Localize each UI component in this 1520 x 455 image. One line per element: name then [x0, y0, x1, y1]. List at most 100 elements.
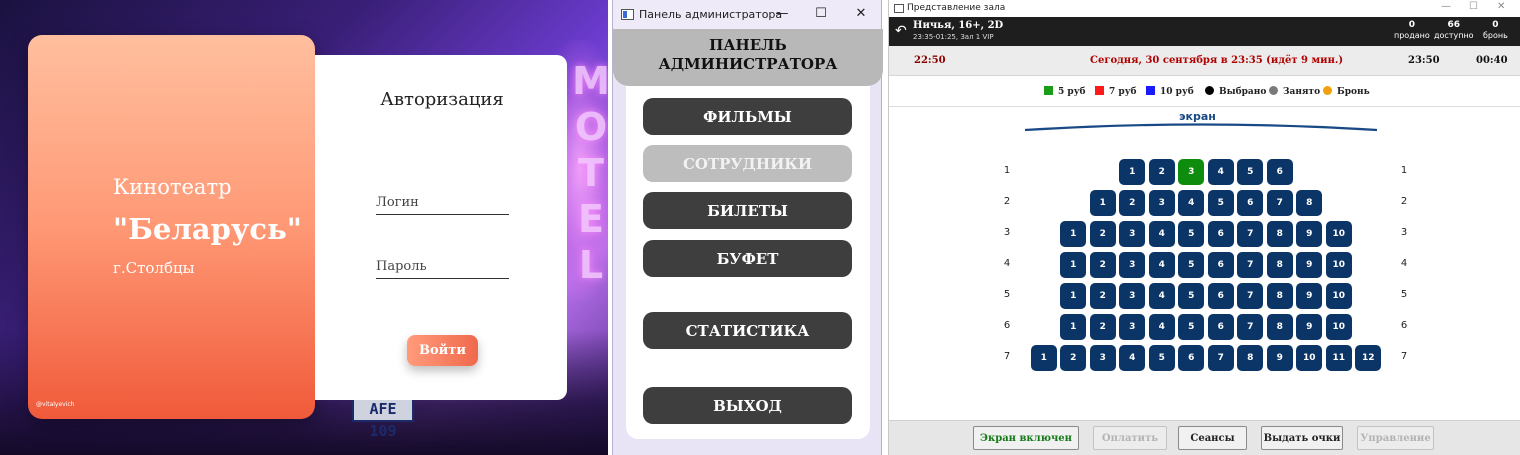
seat[interactable]: 4	[1148, 314, 1175, 340]
seat[interactable]: 7	[1237, 283, 1264, 309]
seat[interactable]: 5	[1178, 314, 1205, 340]
login-input[interactable]	[376, 191, 509, 214]
seat[interactable]: 10	[1325, 314, 1352, 340]
seat[interactable]: 4	[1178, 190, 1205, 216]
seat[interactable]: 8	[1266, 283, 1293, 309]
session-timeline: 22:50 Сегодня, 30 сентября в 23:35 (идёт…	[889, 46, 1520, 76]
seat[interactable]: 6	[1207, 221, 1234, 247]
app-icon	[894, 4, 904, 13]
legend-label: Выбрано	[1219, 87, 1267, 97]
seat[interactable]: 7	[1207, 345, 1234, 371]
seat[interactable]: 2	[1089, 283, 1116, 309]
seat[interactable]: 6	[1266, 159, 1293, 185]
seat[interactable]: 1	[1060, 252, 1087, 278]
employees-button[interactable]: СОТРУДНИКИ	[643, 145, 852, 182]
seat[interactable]: 9	[1296, 221, 1323, 247]
seat[interactable]: 2	[1089, 252, 1116, 278]
seat[interactable]: 3	[1178, 159, 1205, 185]
seat[interactable]: 4	[1148, 252, 1175, 278]
seat[interactable]: 5	[1178, 221, 1205, 247]
back-arrow-icon[interactable]: ↶	[895, 23, 907, 39]
buffet-button[interactable]: БУФЕТ	[643, 240, 852, 277]
seat[interactable]: 3	[1119, 252, 1146, 278]
login-button[interactable]: Войти	[407, 335, 478, 366]
seat[interactable]: 1	[1060, 314, 1087, 340]
seat[interactable]: 5	[1178, 252, 1205, 278]
seat[interactable]: 2	[1089, 314, 1116, 340]
screen-toggle-button[interactable]: Экран включен	[973, 426, 1079, 450]
seat[interactable]: 2	[1119, 190, 1146, 216]
seat[interactable]: 9	[1266, 345, 1293, 371]
minimize-icon[interactable]: —	[771, 5, 793, 23]
pay-button[interactable]: Оплатить	[1093, 426, 1167, 450]
seat[interactable]: 3	[1148, 190, 1175, 216]
seat[interactable]: 7	[1237, 314, 1264, 340]
maximize-icon[interactable]: ☐	[810, 5, 832, 23]
seat[interactable]: 4	[1148, 283, 1175, 309]
seat[interactable]: 2	[1060, 345, 1087, 371]
tickets-button[interactable]: БИЛЕТЫ	[643, 192, 852, 229]
seat[interactable]: 10	[1325, 221, 1352, 247]
seat[interactable]: 6	[1237, 190, 1264, 216]
seat[interactable]: 10	[1325, 252, 1352, 278]
seat[interactable]: 8	[1266, 252, 1293, 278]
management-button[interactable]: Управление	[1357, 426, 1434, 450]
seat[interactable]: 5	[1178, 283, 1205, 309]
seat[interactable]: 3	[1119, 283, 1146, 309]
seat[interactable]: 8	[1266, 314, 1293, 340]
seat[interactable]: 9	[1296, 314, 1323, 340]
close-icon[interactable]: ✕	[850, 5, 872, 23]
seat[interactable]: 2	[1089, 221, 1116, 247]
seat[interactable]: 6	[1207, 283, 1234, 309]
seat[interactable]: 4	[1119, 345, 1146, 371]
row-label-left: 2	[1003, 196, 1011, 207]
seat[interactable]: 4	[1207, 159, 1234, 185]
seat[interactable]: 6	[1178, 345, 1205, 371]
seat[interactable]: 9	[1296, 252, 1323, 278]
motel-letter: T	[578, 151, 604, 195]
close-icon[interactable]: ✕	[1497, 1, 1505, 12]
seat[interactable]: 7	[1237, 252, 1264, 278]
minimize-icon[interactable]: —	[1441, 1, 1451, 12]
seat[interactable]: 6	[1207, 252, 1234, 278]
legend-label: Занято	[1283, 87, 1321, 97]
issue-glasses-button[interactable]: Выдать очки	[1261, 426, 1343, 450]
seat[interactable]: 11	[1325, 345, 1352, 371]
seat[interactable]: 12	[1355, 345, 1382, 371]
seat[interactable]: 1	[1060, 283, 1087, 309]
seat[interactable]: 10	[1296, 345, 1323, 371]
admin-menu: ФИЛЬМЫ СОТРУДНИКИ БИЛЕТЫ БУФЕТ СТАТИСТИК…	[626, 86, 870, 439]
seat[interactable]: 7	[1237, 221, 1264, 247]
sessions-button[interactable]: Сеансы	[1178, 426, 1247, 450]
admin-window: Панель администратора — ☐ ✕ ПАНЕЛЬ АДМИН…	[612, 0, 883, 455]
password-input[interactable]	[376, 255, 509, 278]
films-button[interactable]: ФИЛЬМЫ	[643, 98, 852, 135]
seat[interactable]: 1	[1060, 221, 1087, 247]
maximize-icon[interactable]: ☐	[1469, 1, 1478, 12]
seat[interactable]: 5	[1207, 190, 1234, 216]
seat[interactable]: 5	[1148, 345, 1175, 371]
legend-item: Бронь	[1323, 86, 1370, 97]
seat[interactable]: 2	[1148, 159, 1175, 185]
seat[interactable]: 1	[1089, 190, 1116, 216]
seat[interactable]: 1	[1119, 159, 1146, 185]
available-count: 66	[1447, 20, 1461, 30]
seat[interactable]: 8	[1237, 345, 1264, 371]
seat[interactable]: 1	[1030, 345, 1057, 371]
seat[interactable]: 3	[1119, 314, 1146, 340]
seat[interactable]: 9	[1296, 283, 1323, 309]
seat[interactable]: 6	[1207, 314, 1234, 340]
seat[interactable]: 10	[1325, 283, 1352, 309]
statistics-button[interactable]: СТАТИСТИКА	[643, 312, 852, 349]
seat[interactable]: 8	[1296, 190, 1323, 216]
seat[interactable]: 3	[1089, 345, 1116, 371]
seat[interactable]: 3	[1119, 221, 1146, 247]
exit-button[interactable]: ВЫХОД	[643, 387, 852, 424]
window-title: Представление зала	[907, 3, 1006, 13]
seat[interactable]: 7	[1266, 190, 1293, 216]
legend-label: Бронь	[1337, 87, 1370, 97]
action-bar: Экран включен Оплатить Сеансы Выдать очк…	[889, 420, 1520, 455]
seat[interactable]: 4	[1148, 221, 1175, 247]
seat[interactable]: 8	[1266, 221, 1293, 247]
seat[interactable]: 5	[1237, 159, 1264, 185]
